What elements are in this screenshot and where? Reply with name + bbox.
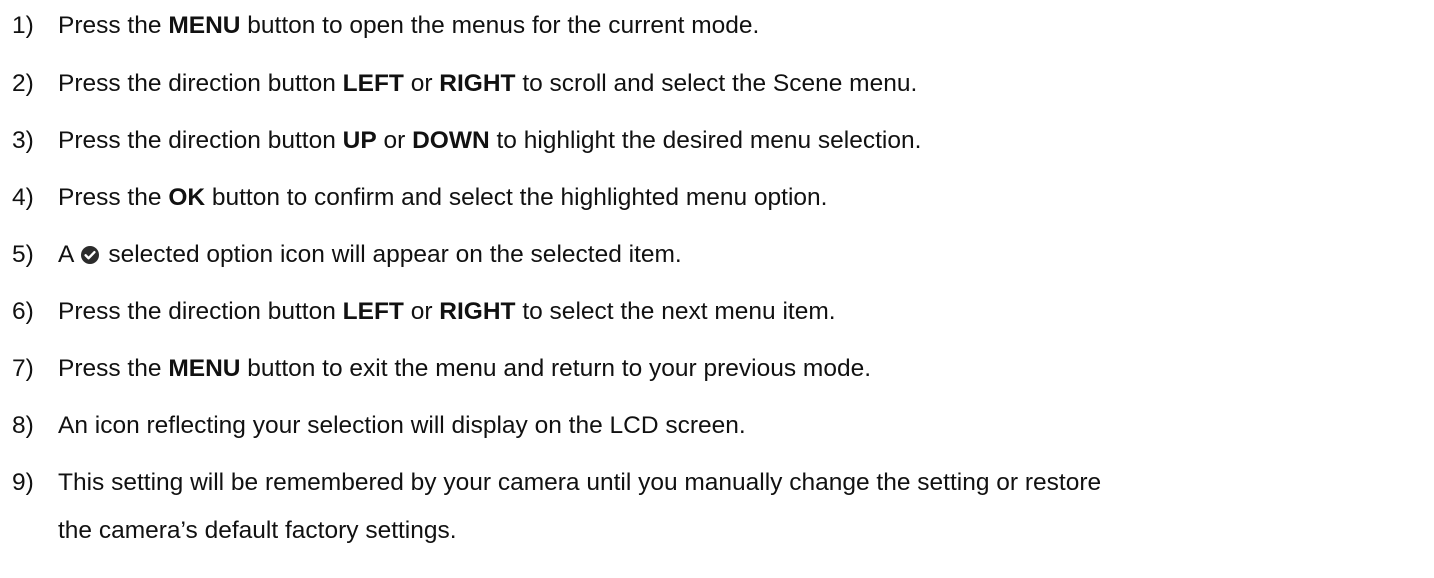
key-name: LEFT [342,298,404,325]
step-number: 8) [12,412,34,439]
step-number: 3) [12,127,34,154]
key-name: MENU [168,12,241,39]
key-name: LEFT [342,70,404,97]
step-text: This setting will be remembered by your … [58,469,1102,496]
step-number: 7) [12,355,34,382]
key-name: OK [168,184,206,211]
selected-option-check-icon [80,232,100,264]
step-number: 5) [12,241,34,268]
step-number: 9) [12,469,34,496]
key-name: RIGHT [439,70,516,97]
step-text: Press the direction button LEFT or RIGHT… [58,298,836,325]
step-number: 2) [12,70,34,97]
key-name: MENU [168,355,241,382]
step-number: 6) [12,298,34,325]
key-name: DOWN [412,127,490,154]
step-text: Press the MENU button to open the menus … [58,12,760,39]
step-text: Press the direction button UP or DOWN to… [58,127,922,154]
step-text: An icon reflecting your selection will d… [58,412,746,439]
step-text-continued: the camera’s default factory settings. [58,517,457,544]
step-number: 4) [12,184,34,211]
step-text: Press the MENU button to exit the menu a… [58,355,872,382]
step-text: Press the OK button to confirm and selec… [58,184,828,211]
key-name: RIGHT [439,298,516,325]
step-text: Aselected option icon will appear on the… [58,229,682,281]
step-number: 1) [12,12,34,39]
step-text: Press the direction button LEFT or RIGHT… [58,70,918,97]
key-name: UP [342,127,377,154]
